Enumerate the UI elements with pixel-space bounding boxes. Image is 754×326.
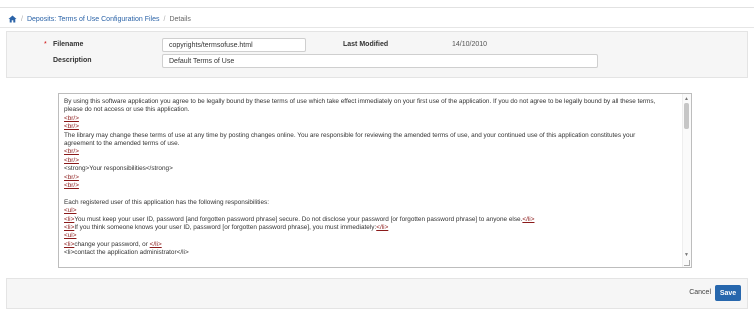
editor-line: <li>You must keep your user ID, password… — [64, 216, 676, 224]
last-modified-value: 14/10/2010 — [452, 41, 488, 48]
editor-line: <li>change your password, or </li> — [64, 241, 676, 249]
editor-text: You must keep your user ID, password [an… — [74, 215, 523, 223]
required-mark: * — [44, 41, 47, 48]
editor-text: If you think someone knows your user ID,… — [74, 224, 377, 232]
filename-label-text: Filename — [53, 41, 84, 48]
filename-label: * Filename — [44, 41, 84, 48]
last-modified-label: Last Modified — [343, 41, 389, 48]
description-label: Description — [53, 57, 92, 64]
html-tag: <li> — [64, 240, 75, 248]
breadcrumb: / Deposits: Terms of Use Configuration F… — [8, 13, 191, 25]
breadcrumb-current: Details — [169, 15, 191, 23]
divider — [0, 27, 754, 28]
editor-line: <ul> — [64, 207, 77, 215]
editor-line: agreement to the amended terms of use. — [64, 140, 180, 148]
editor-scrollbar[interactable]: ▲ ▼ — [682, 94, 691, 267]
top-strip — [0, 0, 754, 8]
editor-line: Each registered user of this application… — [64, 198, 269, 206]
editor-line: <br/> — [64, 156, 79, 164]
scroll-down-icon[interactable]: ▼ — [684, 252, 689, 258]
breadcrumb-separator: / — [163, 15, 166, 23]
breadcrumb-link-deposits-terms[interactable]: Deposits: Terms of Use Configuration Fil… — [27, 16, 160, 23]
editor-line: <li>If you think someone knows your user… — [64, 224, 676, 232]
scroll-thumb[interactable] — [684, 103, 689, 129]
html-tag: <li> — [64, 215, 75, 223]
editor-line: By using this software application you a… — [64, 98, 656, 105]
save-button[interactable]: Save — [715, 285, 741, 301]
breadcrumb-separator: / — [21, 15, 23, 23]
editor-line: <br/> — [64, 173, 79, 181]
resize-grip-icon[interactable] — [684, 260, 690, 266]
editor-line: <br/> — [64, 182, 79, 190]
editor-line: please do not access or use this applica… — [64, 106, 190, 114]
description-field[interactable]: Default Terms of Use — [162, 54, 598, 68]
html-tag: </li> — [522, 215, 535, 223]
filename-field[interactable]: copyrights/termsofuse.html — [162, 38, 306, 52]
html-tag: </li> — [149, 240, 162, 248]
details-form-panel: * Filename copyrights/termsofuse.html La… — [6, 31, 748, 78]
editor-line: <li>contact the application administrato… — [64, 249, 189, 257]
editor-line: <ul> — [64, 232, 77, 240]
editor-text: change your password, or — [74, 240, 150, 248]
home-icon[interactable] — [8, 15, 17, 24]
editor-content[interactable]: By using this software application you a… — [64, 98, 676, 258]
editor-line: <br/> — [64, 123, 79, 131]
editor-line: <br/> — [64, 148, 79, 156]
cancel-button[interactable]: Cancel — [689, 289, 711, 296]
html-tag: </li> — [376, 224, 389, 232]
editor-line: The library may change these terms of us… — [64, 131, 636, 139]
form-footer: Cancel Save — [6, 278, 748, 309]
html-tag: <li> — [64, 224, 75, 232]
scroll-up-icon[interactable]: ▲ — [684, 96, 689, 102]
editor-line: <br/> — [64, 114, 79, 122]
terms-html-editor[interactable]: By using this software application you a… — [58, 93, 692, 268]
editor-line: <strong>Your responsibilities</strong> — [64, 165, 173, 173]
